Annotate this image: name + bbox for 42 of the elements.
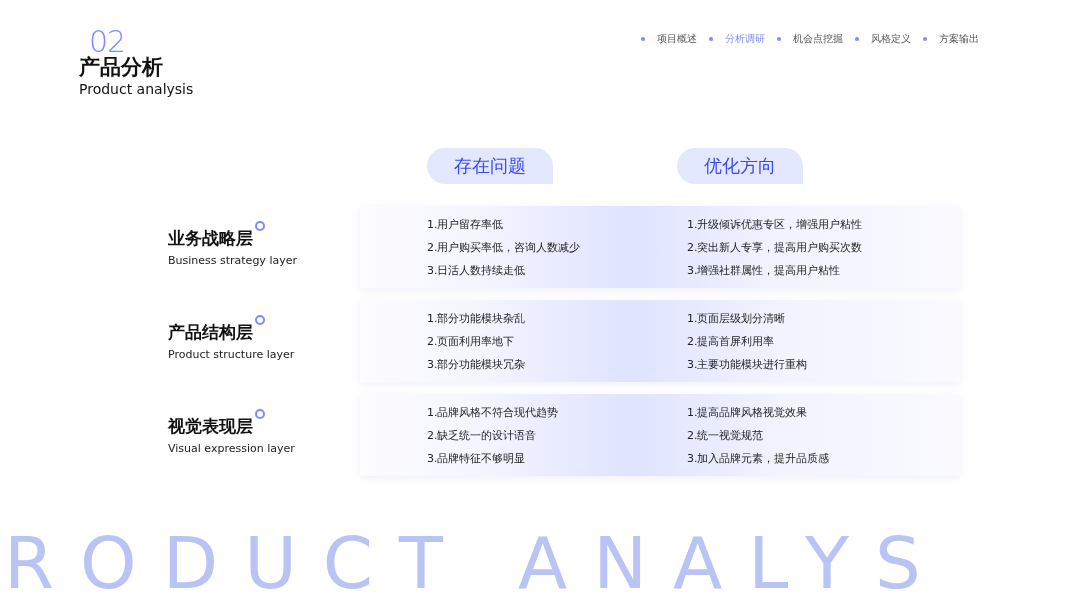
solution-text: 3.增强社群属性，提高用户粘性 [687,262,842,278]
bullet-icon [923,37,927,41]
nav-item[interactable]: 项目概述 [657,32,697,46]
background-text: RODUCT ANALYS [4,527,947,599]
solution-text: 2.提高首屏利用率 [687,333,776,349]
layer-subtitle: Visual expression layer [168,442,296,455]
bullet-icon [709,37,713,41]
layer-title: 视觉表现层 [168,415,253,438]
layer-subtitle: Business strategy layer [168,254,298,267]
column-header: 优化方向 [677,148,803,184]
ring-icon [255,409,265,419]
page-title: 产品分析 [79,54,164,80]
layer-subtitle: Product structure layer [168,348,296,361]
problem-text: 2.缺乏统一的设计语音 [427,427,538,443]
column-header: 存在问题 [427,148,553,184]
layer-title: 业务战略层 [168,227,253,250]
problem-text: 3.品牌特征不够明显 [427,450,527,466]
solution-text: 1.升级倾诉优惠专区，增强用户粘性 [687,216,864,232]
problem-text: 3.日活人数持续走低 [427,262,527,278]
nav-item[interactable]: 风格定义 [871,32,911,46]
bullet-icon [855,37,859,41]
page-subtitle: Product analysis [79,80,194,98]
bullet-icon [641,37,645,41]
solution-text: 3.加入品牌元素，提升品质感 [687,450,831,466]
section-number: 02 [89,28,126,54]
solution-text: 2.突出新人专享，提高用户购买次数 [687,239,864,255]
problem-text: 1.用户留存率低 [427,216,505,232]
problem-text: 1.品牌风格不符合现代趋势 [427,404,560,420]
problem-text: 1.部分功能模块杂乱 [427,310,527,326]
problem-text: 3.部分功能模块冗杂 [427,356,527,372]
problem-text: 2.页面利用率地下 [427,333,516,349]
bullet-icon [777,37,781,41]
solution-text: 1.提高品牌风格视觉效果 [687,404,809,420]
layer-title: 产品结构层 [168,321,253,344]
ring-icon [255,221,265,231]
solution-text: 1.页面层级划分清晰 [687,310,787,326]
solution-text: 3.主要功能模块进行重构 [687,356,809,372]
solution-text: 2.统一视觉规范 [687,427,765,443]
ring-icon [255,315,265,325]
problem-text: 2.用户购买率低，咨询人数减少 [427,239,582,255]
nav-item[interactable]: 机会点挖掘 [793,32,843,46]
nav-item[interactable]: 方案输出 [939,32,979,46]
